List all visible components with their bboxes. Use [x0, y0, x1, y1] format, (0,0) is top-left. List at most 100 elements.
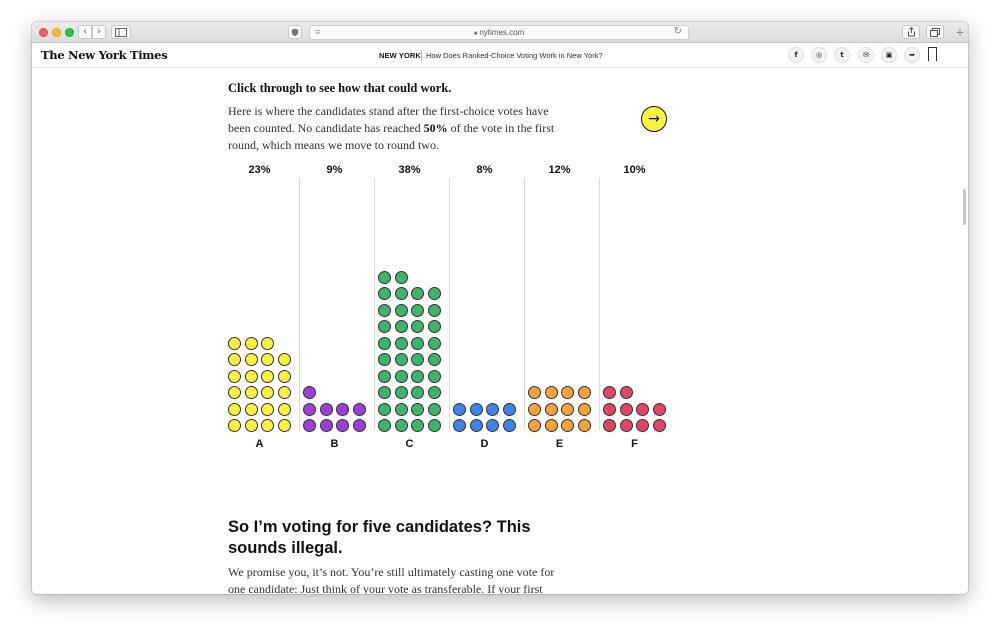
vote-dot-a	[244, 353, 258, 366]
whatsapp-icon[interactable]: ◎	[811, 47, 827, 63]
vote-dot-a	[261, 386, 274, 399]
tab-overview-button[interactable]	[926, 25, 944, 39]
vote-dot-b	[352, 419, 366, 432]
vote-dot-c	[378, 369, 391, 383]
column-divider	[524, 178, 525, 430]
column-divider	[299, 178, 300, 430]
header-headline: How Does Ranked-Choice Voting Work in Ne…	[426, 51, 603, 60]
bookmark-icon[interactable]	[928, 47, 937, 62]
vote-dot-e	[561, 386, 574, 399]
vote-dot-c	[394, 270, 408, 284]
browser-toolbar: ‹ › ≡ ■ nytimes.com ↻ +	[32, 22, 968, 43]
vote-dot-a	[277, 369, 291, 383]
vote-dot-a	[228, 419, 241, 432]
reload-icon[interactable]: ↻	[674, 26, 682, 37]
forward-button[interactable]: ›	[92, 25, 106, 39]
vote-dot-c	[378, 336, 391, 350]
vote-dot-c	[427, 369, 441, 383]
percent-label-c: 38%	[398, 164, 421, 176]
browser-window: ‹ › ≡ ■ nytimes.com ↻ + The New York Time…	[32, 22, 968, 594]
shield-icon	[291, 28, 299, 36]
share-icon	[907, 27, 915, 37]
share-arrow-icon[interactable]: ➦	[904, 47, 920, 63]
vote-dot-c	[427, 386, 441, 399]
vote-dot-c	[378, 320, 391, 333]
vote-dot-d	[502, 419, 516, 432]
vote-dot-d	[453, 402, 466, 416]
url-text: nytimes.com	[479, 28, 525, 37]
column-divider	[374, 178, 375, 430]
percent-label-a: 23%	[248, 164, 271, 176]
gift-icon[interactable]: ▣	[881, 47, 897, 63]
vote-dot-f	[603, 402, 616, 416]
vote-dot-c	[394, 402, 408, 416]
vote-dot-c	[427, 353, 441, 366]
vote-dot-c	[411, 386, 424, 399]
vote-dot-f	[636, 419, 649, 432]
zoom-window-button[interactable]	[65, 28, 74, 37]
vote-dot-f	[652, 419, 666, 432]
vote-dot-c	[411, 353, 424, 366]
vote-dot-b	[352, 402, 366, 416]
vote-dot-a	[261, 419, 274, 432]
nyt-logo[interactable]: The New York Times	[41, 48, 168, 62]
email-icon[interactable]: ✉	[858, 47, 874, 63]
vote-dot-a	[277, 419, 291, 432]
next-step-button[interactable]: →	[641, 106, 667, 132]
scrollbar-thumb[interactable]	[963, 189, 966, 225]
section-subhead: So I’m voting for five candidates? This …	[228, 518, 531, 557]
vote-dot-e	[561, 402, 574, 416]
close-window-button[interactable]	[39, 28, 48, 37]
lead-text: Click through to see how that could work…	[228, 81, 452, 95]
facebook-icon[interactable]: f	[788, 47, 804, 63]
back-button[interactable]: ‹	[78, 25, 92, 39]
vote-dot-a	[228, 353, 241, 366]
vote-dot-a	[244, 386, 258, 399]
column-divider	[449, 178, 450, 430]
vote-dot-b	[319, 419, 333, 432]
arrow-right-icon: →	[648, 111, 660, 127]
vote-dot-c	[378, 287, 391, 300]
percent-label-f: 10%	[623, 164, 646, 176]
vote-dot-a	[277, 353, 291, 366]
vote-dot-e	[561, 419, 574, 432]
vote-dot-c	[427, 287, 441, 300]
intro-paragraph: Here is where the candidates stand after…	[228, 104, 555, 152]
lock-icon: ■	[473, 31, 478, 37]
vote-dot-d	[469, 402, 483, 416]
vote-dot-c	[427, 419, 441, 432]
vote-dot-a	[277, 402, 291, 416]
vote-dot-d	[486, 419, 499, 432]
vote-dot-b	[336, 419, 349, 432]
vote-dot-c	[427, 336, 441, 350]
article-content: Click through to see how that could work…	[32, 69, 968, 594]
vote-dot-f	[619, 386, 633, 399]
new-tab-button[interactable]: +	[954, 25, 966, 39]
vote-dot-a	[244, 402, 258, 416]
plus-icon: +	[955, 25, 965, 39]
vote-dot-f	[619, 419, 633, 432]
sidebar-toggle-button[interactable]	[111, 25, 131, 39]
vote-dot-c	[427, 303, 441, 317]
twitter-icon[interactable]: t	[834, 47, 850, 63]
candidate-label-f: F	[631, 438, 638, 450]
section-label[interactable]: NEW YORK	[379, 51, 421, 60]
address-bar[interactable]: ≡ ■ nytimes.com ↻	[309, 25, 689, 40]
vote-dot-d	[486, 402, 499, 416]
vote-dot-b	[303, 419, 316, 432]
vote-dot-c	[378, 386, 391, 399]
vote-dot-e	[544, 402, 558, 416]
vote-dot-b	[336, 402, 349, 416]
body-paragraph: We promise you, it’s not. You’re still u…	[228, 565, 555, 594]
column-divider	[599, 178, 600, 430]
candidate-label-a: A	[255, 438, 264, 450]
share-button[interactable]	[902, 25, 920, 39]
vote-dot-e	[528, 419, 541, 432]
percent-label-e: 12%	[548, 164, 571, 176]
privacy-shield-button[interactable]	[288, 25, 302, 39]
candidate-label-c: C	[405, 438, 414, 450]
vote-dot-c	[394, 336, 408, 350]
vote-dot-c	[394, 419, 408, 432]
minimize-window-button[interactable]	[52, 28, 61, 37]
vote-dot-a	[244, 369, 258, 383]
